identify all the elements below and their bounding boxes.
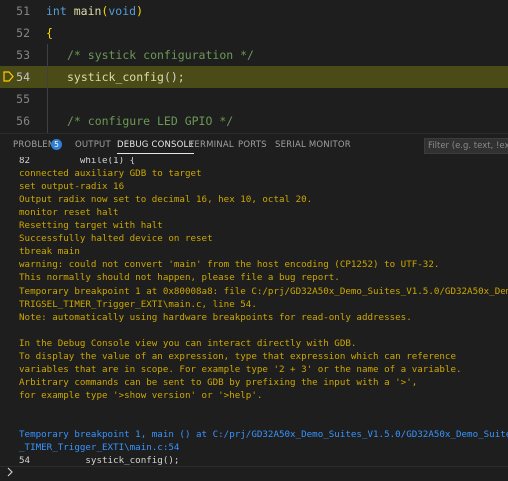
console-line: variables that are in scope. For example… — [19, 363, 462, 375]
debug-current-line-arrow-icon — [3, 71, 14, 82]
code-line[interactable]: 55 — [0, 88, 508, 110]
code-token: (); — [163, 70, 185, 84]
chevron-right-icon — [7, 467, 13, 477]
code-token: int — [46, 4, 67, 18]
console-filter[interactable] — [424, 138, 508, 154]
console-line: This normally should not happen, please … — [19, 272, 340, 284]
code-text: /* configure LED GPIO */ — [67, 110, 233, 132]
indent-guide — [47, 88, 48, 110]
console-line: Temporary breakpoint 1, main () at C:/pr… — [19, 429, 508, 441]
code-line[interactable]: 51 int main(void) — [0, 0, 508, 22]
code-line[interactable]: 53 /* systick configuration */ — [0, 44, 508, 66]
line-number: 51 — [16, 4, 30, 18]
code-token: ) — [136, 4, 143, 18]
code-token: /* systick configuration */ — [67, 48, 254, 62]
code-editor[interactable]: 51 int main(void) 52 {53 /* systick configur… — [0, 0, 508, 133]
code-line-current[interactable]: 54 systick_config(); — [0, 66, 508, 88]
line-number: 55 — [16, 92, 30, 106]
tab-debug-console[interactable]: DEBUG CONSOLE — [117, 140, 195, 154]
indent-guide — [47, 66, 48, 88]
console-line: Successfully halted device on reset — [19, 233, 213, 245]
line-number: 52 — [16, 26, 30, 40]
indent-guide — [47, 110, 48, 132]
line-number: 53 — [16, 48, 30, 62]
tab-output[interactable]: OUTPUT — [75, 140, 111, 150]
code-token: systick_config — [67, 70, 164, 84]
code-token: main — [73, 4, 102, 18]
console-line: Arbitrary commands can be sent to GDB by… — [19, 376, 418, 388]
console-line: warning: could not convert 'main' from t… — [19, 259, 440, 271]
console-line: Note: automatically using hardware break… — [19, 311, 412, 323]
console-line: tbreak main — [19, 246, 80, 258]
code-token: /* configure LED GPIO */ — [67, 114, 234, 128]
line-number: 54 — [16, 70, 30, 84]
indent-guide — [47, 44, 48, 66]
code-text: systick_config(); — [67, 66, 185, 88]
console-line: Resetting target with halt — [19, 220, 163, 232]
console-line: Temporary breakpoint 1 at 0x80008a8: fil… — [19, 285, 508, 297]
debug-console-repl[interactable] — [0, 466, 508, 481]
code-line[interactable]: 56 /* configure LED GPIO */ — [0, 110, 508, 132]
code-text: /* systick configuration */ — [67, 44, 254, 66]
console-line: To display the value of an expression, t… — [19, 350, 456, 362]
problems-count-badge: 5 — [51, 139, 62, 150]
tab-ports[interactable]: PORTS — [238, 140, 267, 150]
debug-console-output[interactable]: 82 while(1) { connected auxiliary GDB to … — [0, 157, 508, 466]
console-line: TRIGSEL_TIMER_Trigger_EXTI\main.c, line … — [19, 298, 257, 310]
line-number: 56 — [16, 114, 30, 128]
console-line: monitor reset halt — [19, 207, 119, 219]
code-token: { — [46, 26, 53, 40]
console-line: set output-radix 16 — [19, 181, 125, 193]
console-line: connected auxiliary GDB to target — [19, 168, 202, 180]
code-token: void — [108, 4, 137, 18]
console-line: 54 systick_config(); — [19, 455, 180, 466]
console-filter-input[interactable] — [425, 139, 508, 153]
code-text: int main(void) — [46, 0, 143, 22]
repl-input[interactable] — [18, 467, 502, 481]
console-line: for example type '>show version' or '>he… — [19, 389, 263, 401]
console-line: _TIMER_Trigger_EXTI\main.c:54 — [19, 442, 180, 454]
code-line[interactable]: 52 { — [0, 22, 508, 44]
code-text: { — [46, 22, 53, 44]
console-line: In the Debug Console view you can intera… — [19, 337, 357, 349]
console-line: Output radix now set to decimal 16, hex … — [19, 194, 313, 206]
tab-terminal[interactable]: TERMINAL — [189, 140, 234, 150]
console-line: 82 while(1) { — [19, 157, 136, 166]
tab-serial-monitor[interactable]: SERIAL MONITOR — [275, 140, 351, 150]
panel-tab-bar: PROBLEMS 5 OUTPUT DEBUG CONSOLE TERMINAL… — [0, 133, 508, 157]
